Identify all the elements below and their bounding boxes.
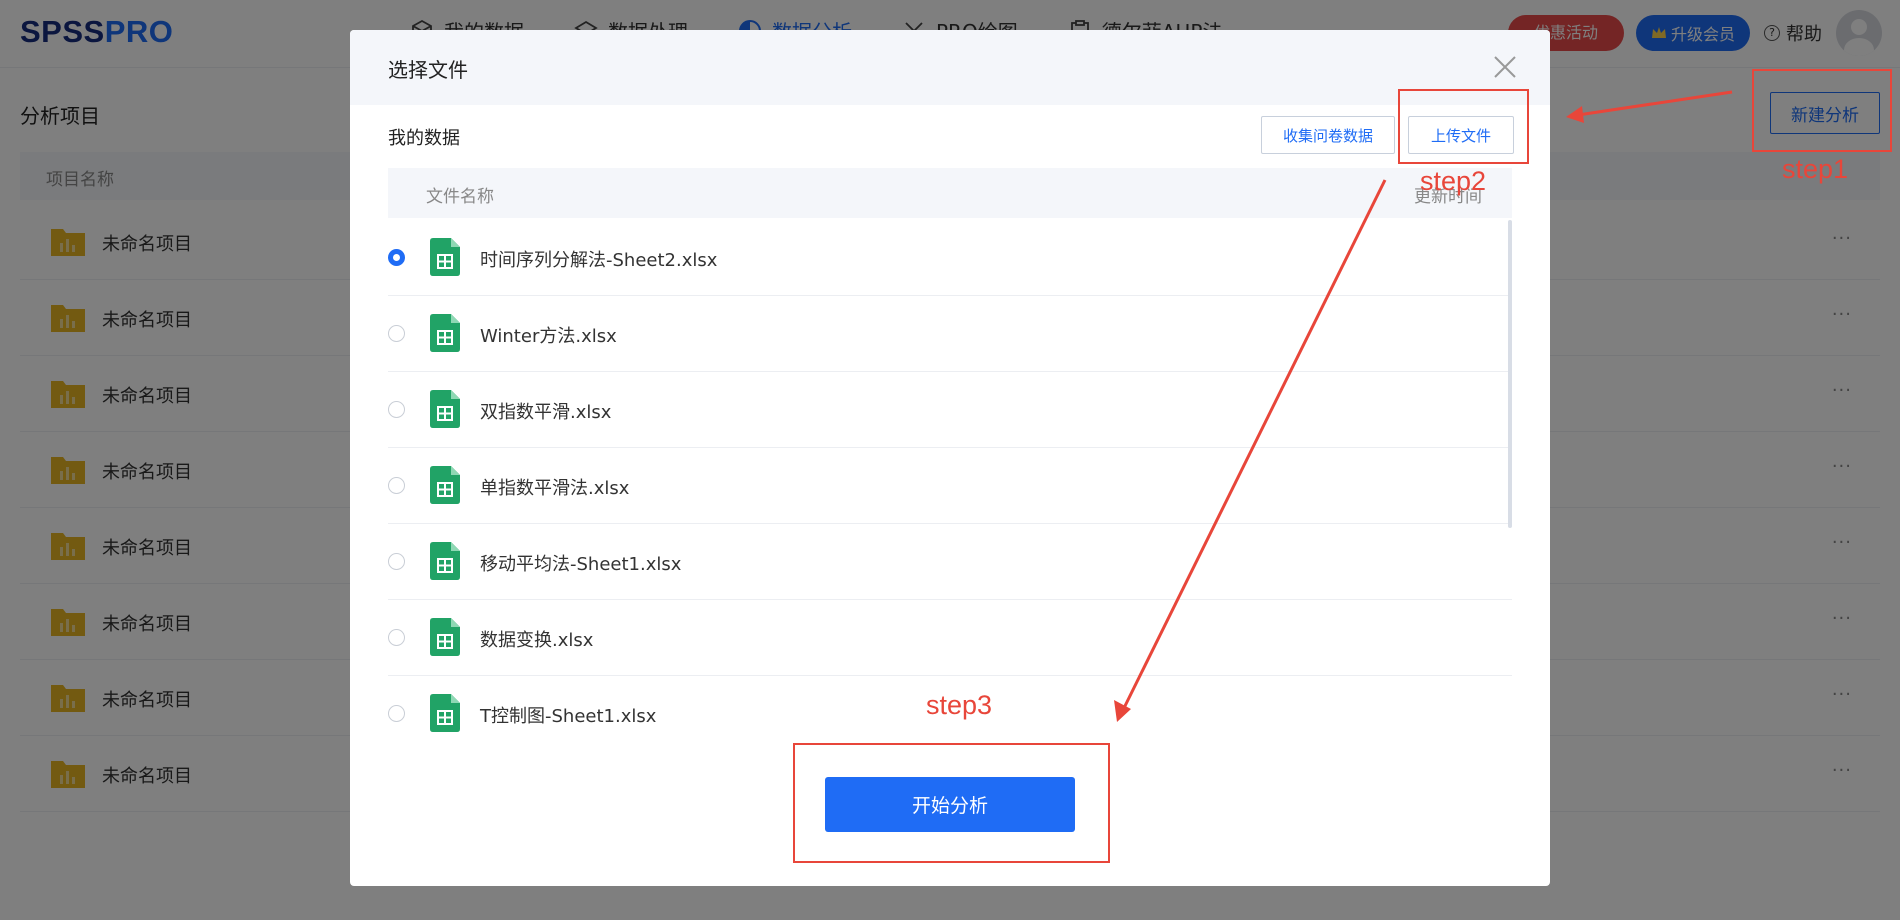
collect-survey-button[interactable]: 收集问卷数据 <box>1261 116 1395 154</box>
file-row[interactable]: 单指数平滑法.xlsx <box>388 448 1512 524</box>
my-data-heading: 我的数据 <box>388 128 460 149</box>
file-list-scrollbar[interactable] <box>1508 220 1512 528</box>
step1-label: step1 <box>1782 154 1849 184</box>
file-radio[interactable] <box>388 705 405 722</box>
file-row[interactable]: Winter方法.xlsx <box>388 296 1512 372</box>
file-row[interactable]: 数据变换.xlsx <box>388 600 1512 676</box>
spreadsheet-icon <box>430 390 460 428</box>
spreadsheet-icon <box>430 618 460 656</box>
step3-label: step3 <box>926 690 993 720</box>
dialog-title: 选择文件 <box>388 58 468 82</box>
file-table-header: 文件名称 更新时间 <box>388 168 1512 218</box>
file-radio[interactable] <box>388 553 405 570</box>
file-radio[interactable] <box>388 325 405 342</box>
spreadsheet-icon <box>430 694 460 732</box>
dialog-header: 选择文件 <box>350 30 1550 105</box>
file-row[interactable]: 双指数平滑.xlsx <box>388 372 1512 448</box>
spreadsheet-icon <box>430 542 460 580</box>
file-row[interactable]: 时间序列分解法-Sheet2.xlsx <box>388 220 1512 296</box>
file-radio[interactable] <box>388 249 405 266</box>
spreadsheet-icon <box>430 238 460 276</box>
file-radio[interactable] <box>388 477 405 494</box>
file-row[interactable]: 移动平均法-Sheet1.xlsx <box>388 524 1512 600</box>
file-radio[interactable] <box>388 629 405 646</box>
close-icon[interactable] <box>1490 52 1520 82</box>
file-radio[interactable] <box>388 401 405 418</box>
step3-highlight <box>793 743 1110 863</box>
spreadsheet-icon <box>430 466 460 504</box>
step1-highlight <box>1752 69 1892 152</box>
step2-highlight <box>1398 89 1529 164</box>
step2-label: step2 <box>1420 166 1487 196</box>
spreadsheet-icon <box>430 314 460 352</box>
column-file-name: 文件名称 <box>426 187 494 207</box>
file-list: 时间序列分解法-Sheet2.xlsx Winter方法.xlsx 双指数平滑.… <box>388 220 1512 752</box>
